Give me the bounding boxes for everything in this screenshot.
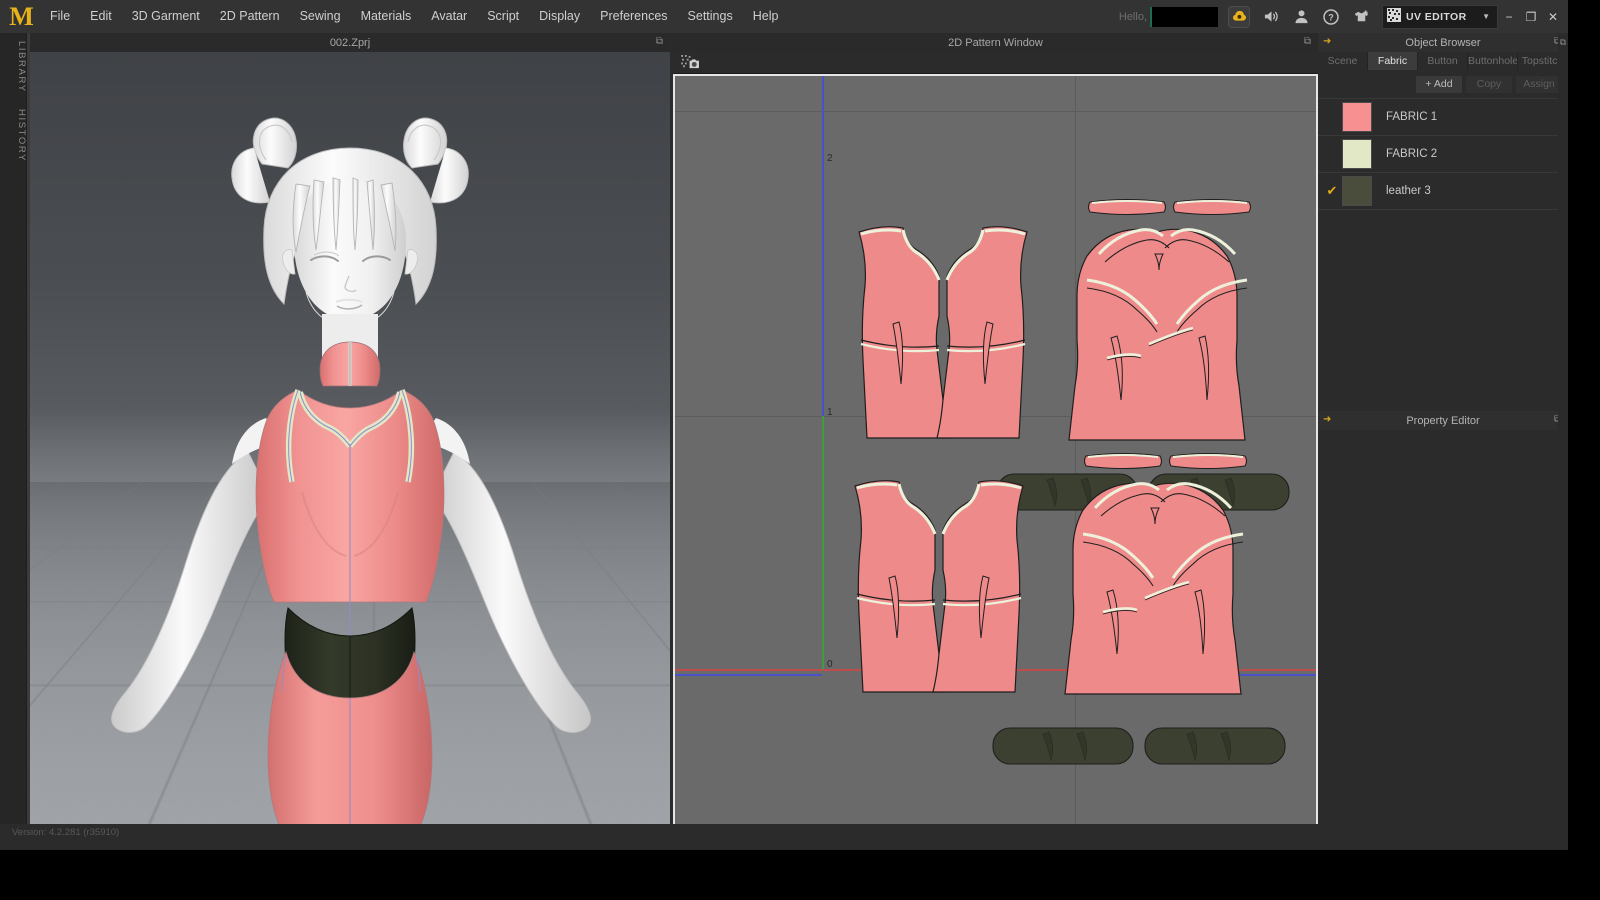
menu-settings[interactable]: Settings	[678, 0, 743, 33]
menu-script[interactable]: Script	[477, 0, 529, 33]
object-browser-tabs: Scene Fabric Button Buttonhole Topstitch	[1318, 52, 1568, 70]
menu-materials[interactable]: Materials	[351, 0, 422, 33]
tab-scene[interactable]: Scene	[1318, 52, 1368, 70]
garment-top	[256, 342, 444, 664]
history-tab[interactable]: HISTORY	[0, 101, 27, 170]
svg-text:?: ?	[1328, 12, 1334, 22]
fabric-color-swatch[interactable]	[1342, 102, 1372, 132]
fabric-name: FABRIC 1	[1386, 111, 1437, 123]
object-browser-title: Object Browser	[1405, 37, 1480, 49]
object-browser-title-bar: ➜ Object Browser ⧉	[1318, 33, 1568, 52]
status-bar: Version: 4.2.281 (r35910)	[0, 824, 1568, 850]
mode-label: UV EDITOR	[1406, 11, 1467, 23]
menu-3d-garment[interactable]: 3D Garment	[122, 0, 210, 33]
account-name-input[interactable]	[1150, 7, 1218, 27]
menu-help[interactable]: Help	[743, 0, 789, 33]
library-tab[interactable]: LIBRARY	[0, 33, 27, 101]
tab-fabric[interactable]: Fabric	[1368, 52, 1418, 70]
fabric-color-swatch[interactable]	[1342, 176, 1372, 206]
right-edge-strip: ⧉	[1558, 33, 1568, 850]
menu-display[interactable]: Display	[529, 0, 590, 33]
fabric-list: FABRIC 1 FABRIC 2 ✔ leather 3	[1318, 98, 1568, 210]
pattern-2d-title-bar: 2D Pattern Window ⧉	[673, 33, 1318, 52]
add-fabric-button[interactable]: + Add	[1416, 76, 1462, 93]
person-icon[interactable]	[1286, 0, 1316, 33]
pin-arrow-icon[interactable]: ➜	[1323, 414, 1331, 425]
clo3d-application-window: M File Edit 3D Garment 2D Pattern Sewing…	[0, 0, 1568, 850]
desktop-background-right	[1568, 0, 1600, 900]
fabric-color-swatch[interactable]	[1342, 139, 1372, 169]
menu-2d-pattern[interactable]: 2D Pattern	[210, 0, 290, 33]
menu-preferences[interactable]: Preferences	[590, 0, 677, 33]
right-panel: ➜ Object Browser ⧉ Scene Fabric Button B…	[1318, 33, 1568, 850]
fabric-list-item[interactable]: FABRIC 2	[1318, 136, 1568, 173]
fabric-name: leather 3	[1386, 185, 1431, 197]
tab-buttonhole[interactable]: Buttonhole	[1468, 52, 1518, 70]
assign-fabric-button[interactable]: Assign	[1516, 76, 1562, 93]
top-right-toolbar: Hello,	[1119, 0, 1568, 33]
app-logo: M	[0, 0, 40, 33]
copy-fabric-button[interactable]: Copy	[1466, 76, 1512, 93]
avatar-3d-model[interactable]	[30, 52, 670, 828]
question-icon[interactable]: ?	[1316, 0, 1346, 33]
mode-selector[interactable]: UV EDITOR ▼	[1382, 5, 1498, 29]
fabric-check-icon[interactable]: ✔	[1322, 183, 1342, 199]
chevron-down-icon[interactable]: ▼	[1482, 12, 1493, 21]
version-label: Version: 4.2.281 (r35910)	[12, 827, 119, 838]
menu-file[interactable]: File	[40, 0, 80, 33]
pin-arrow-icon[interactable]: ➜	[1323, 36, 1331, 47]
viewport-3d[interactable]	[30, 52, 670, 828]
menu-edit[interactable]: Edit	[80, 0, 122, 33]
pattern-pieces-group[interactable]	[675, 76, 1318, 828]
project-file-name: 002.Zprj	[330, 37, 370, 49]
property-editor-title-bar: ➜ Property Editor ⧉	[1318, 411, 1568, 430]
snapshot-icon[interactable]	[679, 54, 701, 72]
garment-add-icon[interactable]	[1346, 0, 1376, 33]
pattern-window-title: 2D Pattern Window	[948, 37, 1043, 49]
fabric-list-item[interactable]: ✔ leather 3	[1318, 173, 1568, 210]
fabric-name: FABRIC 2	[1386, 148, 1437, 160]
menu-avatar[interactable]: Avatar	[421, 0, 477, 33]
pattern-2d-canvas[interactable]: 2 1 0 1	[673, 74, 1318, 828]
menu-sewing[interactable]: Sewing	[290, 0, 351, 33]
collapse-right-icon[interactable]: ⧉	[1558, 33, 1568, 48]
property-editor-body	[1318, 430, 1568, 782]
cloud-icon[interactable]	[1228, 6, 1250, 28]
window-close-button[interactable]: ✕	[1542, 0, 1564, 33]
viewport-3d-title-bar: 002.Zprj ⧉	[30, 33, 670, 52]
property-editor-title: Property Editor	[1406, 415, 1479, 427]
desktop-background-bottom	[0, 850, 1600, 900]
window-minimize-button[interactable]: −	[1498, 0, 1520, 33]
popout-icon[interactable]: ⧉	[1304, 36, 1311, 47]
menu-bar: M File Edit 3D Garment 2D Pattern Sewing…	[0, 0, 1568, 33]
popout-icon[interactable]: ⧉	[656, 36, 663, 47]
object-browser-actions: + Add Copy Assign	[1318, 70, 1568, 98]
fabric-list-item[interactable]: FABRIC 1	[1318, 99, 1568, 136]
tab-button[interactable]: Button	[1418, 52, 1468, 70]
left-rail: LIBRARY HISTORY	[0, 33, 27, 850]
speaker-icon[interactable]	[1256, 0, 1286, 33]
viewport-3d-panel: 002.Zprj ⧉	[30, 33, 670, 828]
window-restore-button[interactable]: ❐	[1520, 0, 1542, 33]
pattern-2d-panel: 2D Pattern Window ⧉	[673, 33, 1318, 828]
uv-grid-icon	[1387, 8, 1401, 25]
pattern-toolbar	[673, 52, 1318, 74]
hello-label: Hello,	[1119, 11, 1147, 23]
